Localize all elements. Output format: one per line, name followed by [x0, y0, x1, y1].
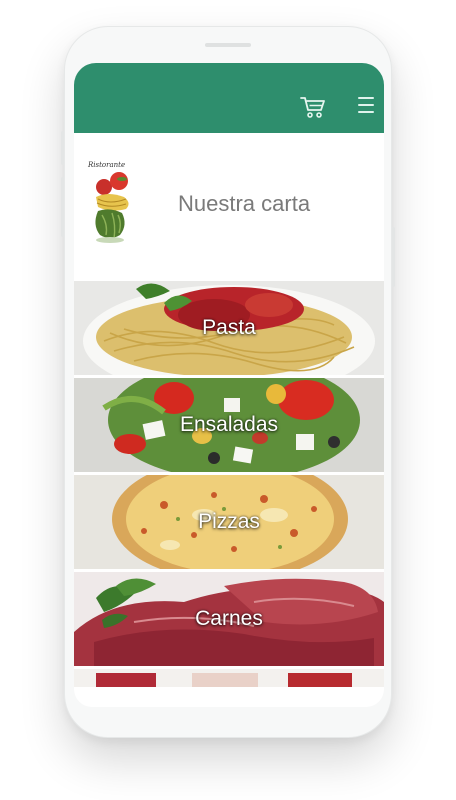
- category-card-pizzas[interactable]: Pizzas: [74, 475, 384, 569]
- category-label-pizzas: Pizzas: [198, 510, 260, 533]
- hamburger-menu-button[interactable]: [358, 97, 376, 117]
- category-label-pasta: Pasta: [202, 316, 256, 339]
- phone-speaker: [205, 43, 251, 47]
- header-card: Ristorante Nuestra carta: [74, 133, 384, 281]
- phone-volume-button: [61, 131, 64, 165]
- cart-button[interactable]: [300, 95, 326, 119]
- category-card-pasta[interactable]: Pasta: [74, 281, 384, 375]
- wine-glasses-image: [74, 669, 384, 687]
- restaurant-logo: Ristorante: [88, 161, 142, 251]
- category-label-carnes: Carnes: [195, 607, 263, 630]
- category-card-carnes[interactable]: Carnes: [74, 572, 384, 666]
- phone-power-button: [392, 227, 395, 287]
- category-label-ensaladas: Ensaladas: [179, 413, 279, 436]
- pasta-tomato-illustration: [95, 172, 129, 243]
- app-screen: Ristorante Nuestra carta Pasta Ensaladas…: [74, 63, 384, 707]
- page-title: Nuestra carta: [178, 191, 311, 216]
- phone-side-button: [61, 177, 64, 237]
- category-card-partial[interactable]: [74, 669, 384, 687]
- phone-frame: Ristorante Nuestra carta Pasta Ensaladas…: [61, 26, 395, 738]
- category-list: Pasta Ensaladas Pizzas Carnes: [74, 281, 384, 687]
- shopping-cart-icon: [300, 97, 325, 118]
- logo-text: Ristorante: [88, 161, 126, 169]
- hamburger-menu-icon: [358, 97, 376, 113]
- app-bar: [74, 63, 384, 133]
- category-card-ensaladas[interactable]: Ensaladas: [74, 378, 384, 472]
